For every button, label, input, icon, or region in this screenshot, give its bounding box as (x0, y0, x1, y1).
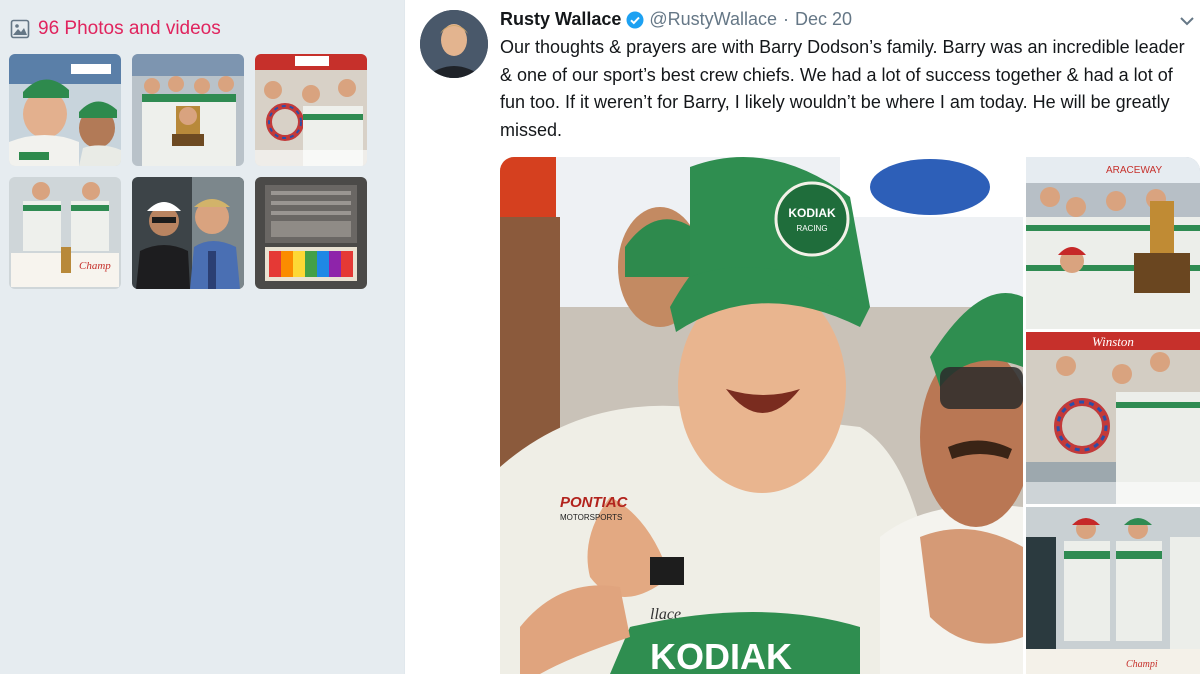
thumb-driver-crew-celebrating[interactable] (9, 54, 121, 166)
side-photo-winston-celebration[interactable]: Winston (1026, 332, 1200, 504)
cap-logo-line2: RACING (796, 224, 827, 233)
column-divider (404, 0, 405, 674)
cap-logo-line1: KODIAK (788, 206, 836, 220)
thumb-selfie-two-men[interactable] (132, 177, 244, 289)
image-icon (10, 19, 30, 39)
media-count-label: 96 Photos and videos (38, 18, 221, 39)
sponsor-line2: MOTORSPORTS (560, 513, 622, 522)
svg-text:ARACEWAY: ARACEWAY (1106, 165, 1162, 176)
media-sidebar: 96 Photos and videos Champ (0, 0, 404, 674)
media-thumbnail-grid: Champ (9, 54, 367, 289)
thumb-team-celebration-wreath[interactable] (255, 54, 367, 166)
author-avatar[interactable] (420, 10, 488, 78)
side-photo-victory-lane[interactable]: ARACEWAY (1026, 157, 1200, 329)
main-photo-driver-celebrating[interactable]: KODIAK RACING PONTIAC MOTORSPORTS llace … (500, 157, 1023, 674)
header-separator: · (783, 9, 790, 29)
thumb-victory-lane-trophy[interactable] (132, 54, 244, 166)
author-name[interactable]: Rusty Wallace (500, 9, 621, 30)
side-photo-banner: Winston (1092, 334, 1134, 349)
sponsor-line1: PONTIAC (560, 494, 629, 511)
tweet-header: Rusty Wallace @RustyWallace · Dec 20 (500, 9, 852, 30)
tweet-text: Our thoughts & prayers are with Barry Do… (500, 37, 1185, 140)
author-handle[interactable]: @RustyWallace (649, 9, 777, 30)
suit-text: KODIAK (650, 636, 792, 674)
tweet-date[interactable]: Dec 20 (795, 9, 852, 30)
photos-and-videos-link[interactable]: 96 Photos and videos (10, 18, 221, 40)
svg-text:Champi: Champi (1126, 659, 1158, 670)
thumb-champion-banner[interactable]: Champ (9, 177, 121, 289)
side-photo-crew-group[interactable]: Champi (1026, 507, 1200, 674)
chevron-down-icon[interactable] (1178, 12, 1196, 30)
verified-badge-icon (626, 11, 644, 28)
thumb-made-in-japan-toy[interactable] (255, 177, 367, 289)
tweet-media: KODIAK RACING PONTIAC MOTORSPORTS llace … (500, 157, 1200, 674)
svg-text:Champ: Champ (79, 260, 111, 272)
